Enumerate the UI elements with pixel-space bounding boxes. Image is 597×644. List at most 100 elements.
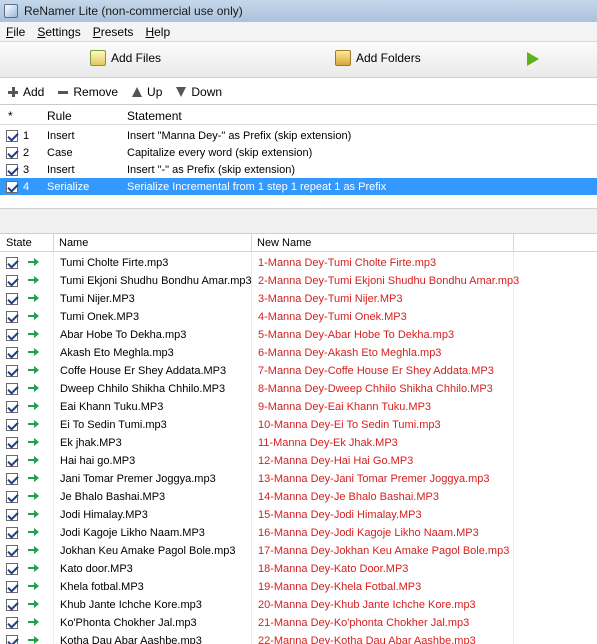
add-files-icon xyxy=(90,50,106,66)
rule-row[interactable]: 2 Case Capitalize every word (skip exten… xyxy=(0,144,597,161)
rule-checkbox[interactable] xyxy=(6,146,18,159)
rules-sort-header[interactable]: * xyxy=(8,109,13,123)
file-new-name: 11-Manna Dey-Ek Jhak.MP3 xyxy=(258,437,398,449)
folder-icon xyxy=(335,50,351,66)
rename-ok-icon xyxy=(28,582,39,590)
file-name: Abar Hobe To Dekha.mp3 xyxy=(60,329,187,341)
rule-name: Serialize xyxy=(47,180,90,193)
file-checkbox[interactable] xyxy=(6,563,18,575)
file-row[interactable]: Ei To Sedin Tumi.mp3 10-Manna Dey-Ei To S… xyxy=(0,416,597,434)
file-checkbox[interactable] xyxy=(6,419,18,431)
file-row[interactable]: Je Bhalo Bashai.MP3 14-Manna Dey-Je Bhalo… xyxy=(0,488,597,506)
add-rule-button[interactable]: Add xyxy=(8,85,44,99)
file-checkbox[interactable] xyxy=(6,329,18,341)
move-down-button[interactable]: Down xyxy=(176,85,222,99)
file-new-name: 9-Manna Dey-Eai Khann Tuku.MP3 xyxy=(258,401,432,413)
column-divider[interactable] xyxy=(251,234,252,252)
file-checkbox[interactable] xyxy=(6,545,18,557)
file-checkbox[interactable] xyxy=(6,257,18,269)
file-checkbox[interactable] xyxy=(6,617,18,629)
file-new-name: 1-Manna Dey-Tumi Cholte Firte.mp3 xyxy=(258,257,437,269)
file-row[interactable]: Dweep Chhilo Shikha Chhilo.MP3 8-Manna De… xyxy=(0,380,597,398)
file-row[interactable]: Tumi Onek.MP3 4-Manna Dey-Tumi Onek.MP3 xyxy=(0,308,597,326)
menu-settings[interactable]: Settings xyxy=(31,25,86,39)
file-row[interactable]: Ek jhak.MP3 11-Manna Dey-Ek Jhak.MP3 xyxy=(0,434,597,452)
file-row[interactable]: Abar Hobe To Dekha.mp3 5-Manna Dey-Abar H… xyxy=(0,326,597,344)
rule-row-selected[interactable]: 4 Serialize Serialize Incremental from 1… xyxy=(0,178,597,195)
name-header[interactable]: Name xyxy=(59,237,88,249)
rules-statement-header[interactable]: Statement xyxy=(127,109,182,123)
column-divider[interactable] xyxy=(513,234,514,252)
file-row[interactable]: Hai hai go.MP3 12-Manna Dey-Hai Hai Go.MP… xyxy=(0,452,597,470)
rule-row[interactable]: 3 Insert Insert "-" as Prefix (skip exte… xyxy=(0,161,597,178)
file-checkbox[interactable] xyxy=(6,455,18,467)
file-row[interactable]: Jodi Himalay.MP3 15-Manna Dey-Jodi Himala… xyxy=(0,506,597,524)
rename-ok-icon xyxy=(28,402,39,410)
file-row[interactable]: Eai Khann Tuku.MP3 9-Manna Dey-Eai Khann … xyxy=(0,398,597,416)
menu-file[interactable]: File xyxy=(0,25,31,39)
menu-help[interactable]: Help xyxy=(139,25,176,39)
splitter[interactable] xyxy=(0,208,597,234)
file-new-name: 10-Manna Dey-Ei To Sedin Tumi.mp3 xyxy=(258,419,441,431)
rename-ok-icon xyxy=(28,636,39,644)
file-checkbox[interactable] xyxy=(6,635,18,644)
rule-checkbox[interactable] xyxy=(6,180,18,193)
plus-icon xyxy=(8,87,18,97)
file-checkbox[interactable] xyxy=(6,365,18,377)
rule-checkbox[interactable] xyxy=(6,163,18,176)
rename-arrow-icon[interactable] xyxy=(527,52,539,66)
add-files-button[interactable]: Add Files xyxy=(90,50,161,66)
file-row[interactable]: Akash Eto Meghla.mp3 6-Manna Dey-Akash Et… xyxy=(0,344,597,362)
file-checkbox[interactable] xyxy=(6,311,18,323)
file-new-name: 8-Manna Dey-Dweep Chhilo Shikha Chhilo.M… xyxy=(258,383,493,395)
file-row[interactable]: Tumi Nijer.MP3 3-Manna Dey-Tumi Nijer.MP3 xyxy=(0,290,597,308)
file-row[interactable]: Jodi Kagoje Likho Naam.MP3 16-Manna Dey-J… xyxy=(0,524,597,542)
rule-statement: Insert "Manna Dey-" as Prefix (skip exte… xyxy=(127,129,352,142)
file-new-name: 16-Manna Dey-Jodi Kagoje Likho Naam.MP3 xyxy=(258,527,479,539)
file-checkbox[interactable] xyxy=(6,509,18,521)
file-checkbox[interactable] xyxy=(6,491,18,503)
file-new-name: 2-Manna Dey-Tumi Ekjoni Shudhu Bondhu Am… xyxy=(258,275,520,287)
file-row[interactable]: Kotha Dau Abar Aashbe.mp3 22-Manna Dey-Ko… xyxy=(0,632,597,644)
file-checkbox[interactable] xyxy=(6,437,18,449)
file-row[interactable]: Jani Tomar Premer Joggya.mp3 13-Manna Dey… xyxy=(0,470,597,488)
file-new-name: 17-Manna Dey-Jokhan Keu Amake Pagol Bole… xyxy=(258,545,510,557)
file-new-name: 21-Manna Dey-Ko'phonta Chokher Jal.mp3 xyxy=(258,617,470,629)
file-checkbox[interactable] xyxy=(6,473,18,485)
file-row[interactable]: Kato door.MP3 18-Manna Dey-Kato Door.MP3 xyxy=(0,560,597,578)
file-row[interactable]: Coffe House Er Shey Addata.MP3 7-Manna De… xyxy=(0,362,597,380)
file-name: Hai hai go.MP3 xyxy=(60,455,136,467)
column-divider[interactable] xyxy=(53,234,54,252)
add-folders-button[interactable]: Add Folders xyxy=(335,50,421,66)
menu-presets[interactable]: Presets xyxy=(87,25,140,39)
file-new-name: 18-Manna Dey-Kato Door.MP3 xyxy=(258,563,409,575)
rename-ok-icon xyxy=(28,294,39,302)
file-checkbox[interactable] xyxy=(6,293,18,305)
move-up-button[interactable]: Up xyxy=(132,85,162,99)
file-row[interactable]: Khela fotbal.MP3 19-Manna Dey-Khela Fotba… xyxy=(0,578,597,596)
file-name: Jodi Himalay.MP3 xyxy=(60,509,148,521)
file-checkbox[interactable] xyxy=(6,383,18,395)
file-name: Jokhan Keu Amake Pagol Bole.mp3 xyxy=(60,545,236,557)
file-row[interactable]: Tumi Cholte Firte.mp3 1-Manna Dey-Tumi Ch… xyxy=(0,254,597,272)
state-header[interactable]: State xyxy=(6,237,32,249)
file-row[interactable]: Tumi Ekjoni Shudhu Bondhu Amar.mp3 2-Mann… xyxy=(0,272,597,290)
file-name: Khub Jante Ichche Kore.mp3 xyxy=(60,599,202,611)
file-checkbox[interactable] xyxy=(6,275,18,287)
remove-rule-button[interactable]: Remove xyxy=(58,85,118,99)
file-checkbox[interactable] xyxy=(6,599,18,611)
file-checkbox[interactable] xyxy=(6,347,18,359)
file-checkbox[interactable] xyxy=(6,401,18,413)
file-name: Akash Eto Meghla.mp3 xyxy=(60,347,174,359)
file-row[interactable]: Jokhan Keu Amake Pagol Bole.mp3 17-Manna … xyxy=(0,542,597,560)
file-row[interactable]: Ko'Phonta Chokher Jal.mp3 21-Manna Dey-Ko… xyxy=(0,614,597,632)
rules-rule-header[interactable]: Rule xyxy=(47,109,72,123)
file-new-name: 14-Manna Dey-Je Bhalo Bashai.MP3 xyxy=(258,491,439,503)
file-checkbox[interactable] xyxy=(6,527,18,539)
rule-row[interactable]: 1 Insert Insert "Manna Dey-" as Prefix (… xyxy=(0,127,597,144)
rename-ok-icon xyxy=(28,330,39,338)
rule-checkbox[interactable] xyxy=(6,129,18,142)
new-name-header[interactable]: New Name xyxy=(257,237,311,249)
file-row[interactable]: Khub Jante Ichche Kore.mp3 20-Manna Dey-K… xyxy=(0,596,597,614)
file-checkbox[interactable] xyxy=(6,581,18,593)
